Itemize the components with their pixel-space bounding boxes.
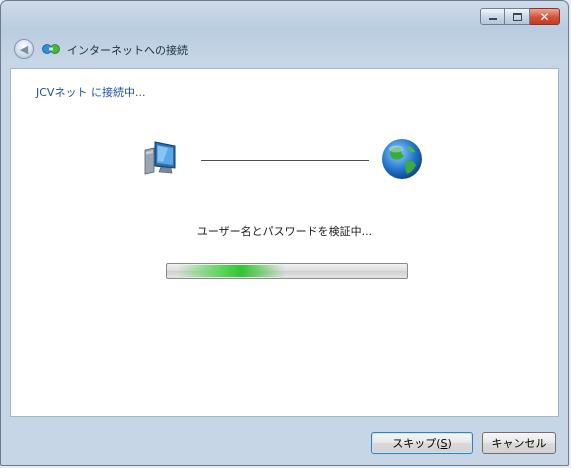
skip-label-end: ) — [447, 436, 452, 450]
footer-buttons: スキップ(S) キャンセル — [371, 432, 556, 454]
globe-icon — [382, 139, 422, 179]
skip-accelerator: S — [440, 436, 448, 450]
maximize-button[interactable] — [505, 8, 530, 25]
cancel-button[interactable]: キャンセル — [482, 432, 556, 454]
close-icon: ✕ — [539, 9, 550, 24]
computer-icon — [144, 141, 176, 175]
dialog-window: ✕ ◀ インターネットへの接続 JCVネット に接続中... ユーザー名とパスワ… — [0, 0, 569, 466]
minimize-button[interactable] — [480, 8, 505, 25]
close-button[interactable]: ✕ — [530, 8, 560, 25]
progress-bar — [166, 263, 408, 279]
window-title: インターネットへの接続 — [67, 44, 188, 57]
progress-indicator — [177, 265, 285, 277]
content-panel: JCVネット に接続中... ユーザー名とパスワードを検証中... — [10, 68, 559, 417]
skip-label: スキップ( — [392, 437, 441, 450]
back-button[interactable]: ◀ — [14, 39, 34, 59]
status-heading: JCVネット に接続中... — [36, 86, 146, 99]
skip-button[interactable]: スキップ(S) — [371, 432, 473, 454]
network-connection-icon — [42, 44, 60, 54]
caption-buttons: ✕ — [480, 8, 560, 25]
minimize-icon — [488, 18, 497, 20]
progress-message: ユーザー名とパスワードを検証中... — [196, 225, 373, 238]
back-arrow-icon: ◀ — [19, 42, 29, 56]
connection-line — [201, 160, 369, 161]
maximize-icon — [512, 12, 522, 21]
title-bar: ✕ ◀ インターネットへの接続 — [1, 1, 568, 67]
